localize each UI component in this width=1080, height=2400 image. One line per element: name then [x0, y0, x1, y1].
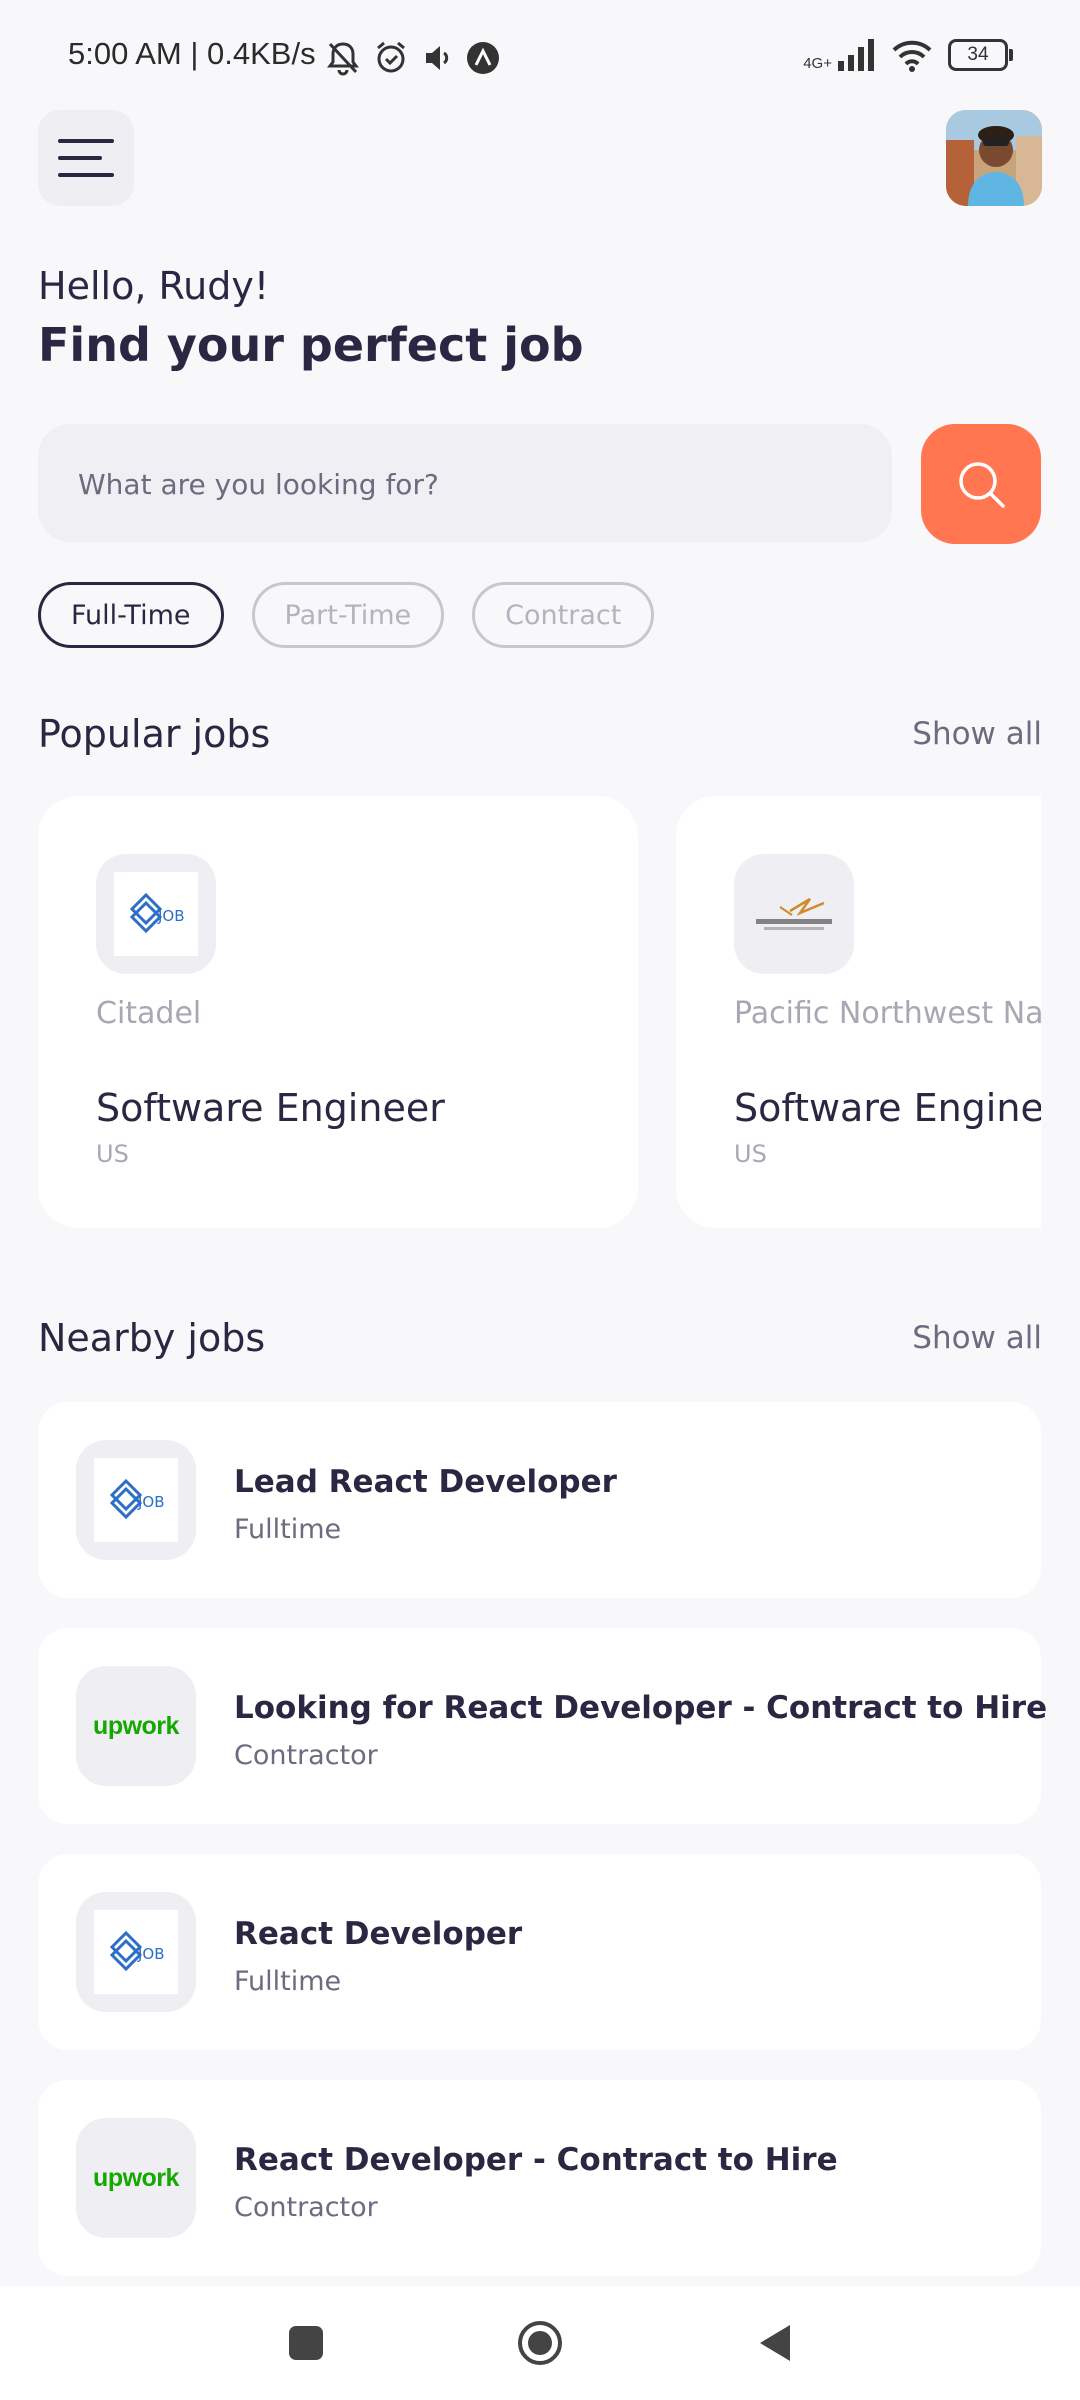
job-type: Fulltime [234, 1514, 342, 1545]
bell-off-icon [327, 42, 359, 76]
profile-photo-icon [946, 110, 1042, 206]
job-location: US [734, 1140, 767, 1168]
signal-icon: 4G+ [803, 39, 876, 71]
job-title: Looking for React Developer - Contract t… [234, 1690, 1048, 1726]
popular-show-all-link[interactable]: Show all [912, 716, 1042, 752]
nearby-jobs-heading: Nearby jobs [38, 1316, 266, 1360]
hamburger-menu-icon [58, 139, 114, 177]
company-logo [734, 854, 854, 974]
pnnl-logo-icon [756, 897, 832, 930]
job-logo-icon: JOB [109, 1930, 164, 1972]
nearby-job-card[interactable]: upwork Looking for React Developer - Con… [38, 1628, 1047, 1824]
svg-text:JOB: JOB [137, 1945, 164, 1963]
system-nav-bar [0, 2286, 1080, 2400]
menu-button[interactable] [38, 110, 134, 206]
job-title: React Developer - Contract to Hire [234, 2142, 838, 2178]
upwork-logo: upwork [93, 1711, 179, 1740]
search-input[interactable] [76, 424, 860, 544]
alarm-icon [377, 41, 405, 73]
back-triangle-icon[interactable] [754, 2321, 794, 2365]
popular-job-card[interactable]: Pacific Northwest National Laboratory So… [676, 796, 1041, 1228]
company-logo: JOB [76, 1440, 196, 1560]
nearby-show-all-link[interactable]: Show all [912, 1320, 1042, 1356]
search-button[interactable] [921, 424, 1041, 544]
recents-square-icon[interactable] [286, 2323, 326, 2363]
popular-jobs-heading: Popular jobs [38, 712, 271, 756]
avatar[interactable] [946, 110, 1042, 206]
upwork-logo: upwork [93, 2163, 179, 2192]
popular-jobs-carousel[interactable]: JOB Citadel Software Engineer US Pacific… [38, 796, 1041, 1228]
job-type: Fulltime [234, 1966, 342, 1997]
job-location: US [96, 1140, 129, 1168]
status-time: 5:00 AM | 0.4KB/s [68, 36, 316, 71]
job-logo-icon: JOB [129, 892, 184, 934]
popular-job-card[interactable]: JOB Citadel Software Engineer US [38, 796, 638, 1228]
nearby-job-card[interactable]: upwork React Developer - Contract to Hir… [38, 2080, 1041, 2276]
job-title: Software Engineer [96, 1086, 445, 1130]
job-title: Software Engineer [734, 1086, 1041, 1130]
search-field[interactable] [38, 424, 892, 544]
company-name: Citadel [96, 996, 202, 1031]
greeting-text: Hello, Rudy! [38, 264, 270, 308]
job-title: React Developer [234, 1916, 523, 1952]
app-notification-icon [467, 42, 499, 74]
company-name: Pacific Northwest National Laboratory [734, 996, 1041, 1031]
volume-icon [426, 46, 449, 70]
company-logo: upwork [76, 2118, 196, 2238]
nearby-job-card[interactable]: JOB Lead React Developer Fulltime [38, 1402, 1041, 1598]
job-title: Lead React Developer [234, 1464, 617, 1500]
network-type: 4G+ [803, 55, 832, 72]
job-type: Contractor [234, 2192, 378, 2223]
svg-text:JOB: JOB [157, 907, 184, 925]
status-icons [326, 40, 500, 76]
page-title: Find your perfect job [38, 318, 584, 372]
job-type: Contractor [234, 1740, 378, 1771]
filter-chips: Full-Time Part-Time Contract [38, 582, 655, 648]
filter-chip-full-time[interactable]: Full-Time [38, 582, 224, 648]
nearby-job-card[interactable]: JOB React Developer Fulltime [38, 1854, 1041, 2050]
job-logo-icon: JOB [109, 1478, 164, 1520]
company-logo: upwork [76, 1666, 196, 1786]
company-logo: JOB [96, 854, 216, 974]
company-logo: JOB [76, 1892, 196, 2012]
svg-text:JOB: JOB [137, 1493, 164, 1511]
home-circle-icon[interactable] [516, 2319, 564, 2367]
filter-chip-part-time[interactable]: Part-Time [251, 582, 445, 648]
wifi-icon [892, 40, 932, 72]
battery-indicator: 34 [948, 39, 1013, 71]
search-icon [959, 462, 1005, 508]
status-right: 4G+ 34 [803, 38, 1013, 72]
filter-chip-contract[interactable]: Contract [472, 582, 655, 648]
